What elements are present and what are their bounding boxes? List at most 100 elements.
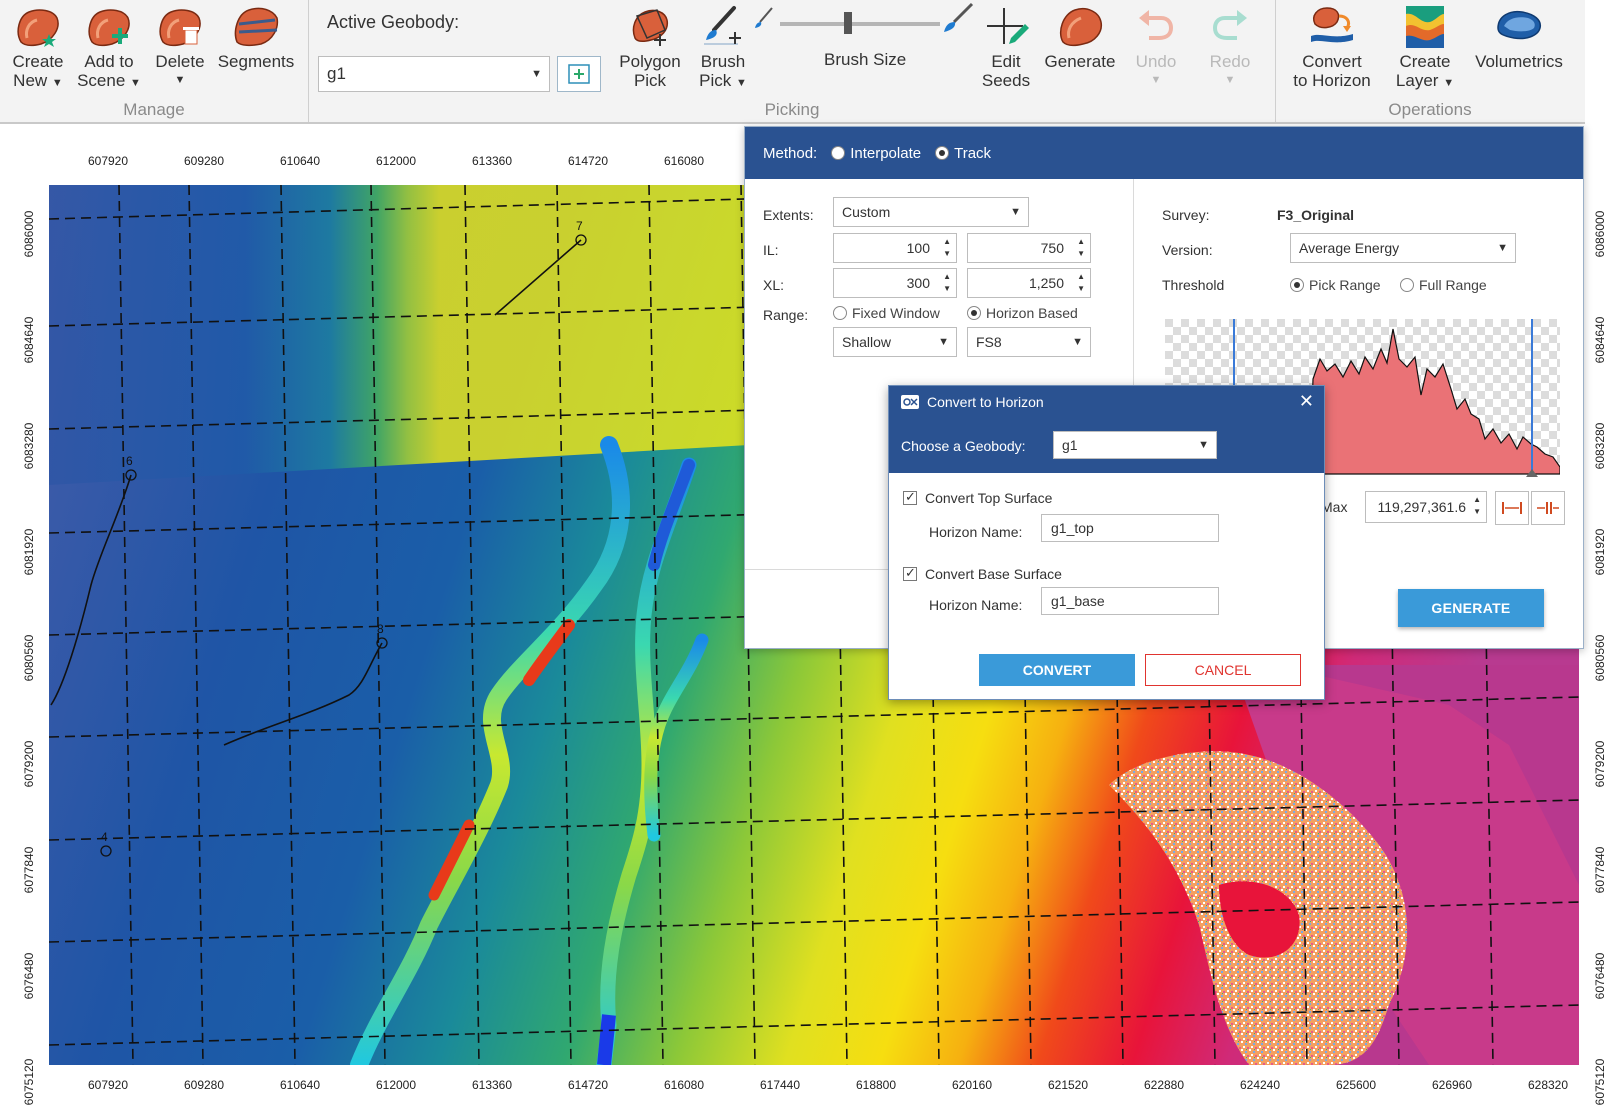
active-geobody-label: Active Geobody: (327, 12, 460, 32)
fit-range-button[interactable] (1495, 491, 1529, 525)
extents-label: Extents: (763, 207, 814, 223)
il-label: IL: (763, 242, 779, 258)
expand-range-icon (1502, 502, 1522, 514)
add-geobody-button[interactable] (557, 56, 601, 92)
create-new-button[interactable]: Create New ▼ (8, 4, 68, 93)
x-tick-label-top: 612000 (375, 154, 417, 168)
x-tick-label-bottom: 609280 (183, 1078, 225, 1092)
spinner-arrows-icon[interactable]: ▲ ▼ (943, 236, 951, 260)
threshold-pick-range-radio[interactable]: Pick Range (1290, 277, 1381, 293)
brush-pick-button[interactable]: Brush Pick ▼ (690, 4, 756, 93)
brush-size-track[interactable] (780, 22, 940, 26)
x-tick-label-bottom: 612000 (375, 1078, 417, 1092)
x-tick-label-bottom: 621520 (1047, 1078, 1089, 1092)
x-tick-label-bottom: 625600 (1335, 1078, 1377, 1092)
undo-button[interactable]: Undo ▼ (1126, 4, 1186, 90)
create-layer-button[interactable]: Create Layer ▼ (1390, 4, 1460, 93)
base-horizon-name-label: Horizon Name: (929, 597, 1023, 613)
convert-to-horizon-label-2: to Horizon (1293, 71, 1371, 90)
cancel-button[interactable]: CANCEL (1145, 654, 1301, 686)
edit-seeds-button[interactable]: Edit Seeds (976, 4, 1036, 90)
y-tick-label-right: 6079200 (1593, 740, 1607, 788)
convert-to-horizon-icon (1311, 7, 1353, 43)
xl-max-input[interactable]: 1,250 ▲ ▼ (967, 268, 1091, 298)
xl-min-input[interactable]: 300 ▲ ▼ (833, 268, 957, 298)
choose-geobody-select[interactable]: g1 ▼ (1053, 431, 1217, 459)
max-input[interactable]: 119,297,361.6 ▲ ▼ (1365, 491, 1487, 523)
version-value: Average Energy (1299, 240, 1400, 256)
range-fixed-window-radio[interactable]: Fixed Window (833, 305, 940, 321)
add-to-scene-label-1: Add to (84, 52, 134, 71)
il-min-input[interactable]: 100 ▲ ▼ (833, 233, 957, 263)
x-tick-label-bottom: 610640 (279, 1078, 321, 1092)
large-brush-icon (944, 2, 974, 32)
chevron-down-icon: ▼ (1010, 206, 1021, 218)
narrow-range-button[interactable] (1531, 491, 1565, 525)
segments-button[interactable]: Segments (214, 4, 298, 71)
segments-label: Segments (217, 52, 295, 71)
radio-off-icon (831, 146, 846, 160)
x-tick-label-top: 607920 (87, 154, 129, 168)
convert-top-surface-checkbox[interactable]: Convert Top Surface (903, 489, 1052, 506)
spinner-arrows-icon[interactable]: ▲ ▼ (1473, 494, 1481, 518)
threshold-label: Threshold (1162, 277, 1225, 293)
polygon-pick-button[interactable]: Polygon Pick (612, 4, 688, 90)
redo-button[interactable]: Redo ▼ (1200, 4, 1260, 90)
method-track-label: Track (954, 144, 992, 162)
operations-group-label: Operations (1388, 100, 1472, 119)
version-select[interactable]: Average Energy ▼ (1290, 233, 1516, 263)
dialog-title-bar: Convert to Horizon ✕ (889, 386, 1324, 418)
range-horizon-based-label: Horizon Based (986, 305, 1078, 321)
add-to-scene-button[interactable]: Add to Scene ▼ (74, 4, 144, 93)
spinner-arrows-icon[interactable]: ▲ ▼ (943, 271, 951, 295)
range-horizon-select[interactable]: FS8 ▼ (967, 327, 1091, 357)
spinner-arrows-icon[interactable]: ▲ ▼ (1077, 236, 1085, 260)
threshold-pick-range-label: Pick Range (1309, 277, 1381, 293)
convert-base-surface-checkbox[interactable]: Convert Base Surface (903, 565, 1062, 582)
range-depth-value: Shallow (842, 334, 892, 350)
choose-geobody-band: Choose a Geobody: g1 ▼ (889, 418, 1324, 473)
base-horizon-name-input[interactable]: g1_base (1041, 587, 1219, 615)
spinner-arrows-icon[interactable]: ▲ ▼ (1077, 271, 1085, 295)
radio-on-icon (1290, 278, 1304, 292)
x-tick-label-bottom: 626960 (1431, 1078, 1473, 1092)
active-geobody-value: g1 (327, 64, 346, 83)
undo-icon (1139, 10, 1174, 40)
extents-select[interactable]: Custom ▼ (833, 197, 1029, 227)
x-tick-label-top: 609280 (183, 154, 225, 168)
y-tick-label-right: 6080560 (1593, 634, 1607, 682)
well-label: 4 (101, 830, 108, 844)
range-horizon-value: FS8 (976, 334, 1002, 350)
active-geobody-select[interactable]: g1 ▼ (318, 56, 550, 92)
method-track-radio[interactable]: Track (935, 145, 991, 162)
brush-pick-label-1: Brush (700, 52, 746, 71)
radio-off-icon (1400, 278, 1414, 292)
method-label: Method: (763, 144, 818, 162)
range-depth-select[interactable]: Shallow ▼ (833, 327, 957, 357)
method-interpolate-radio[interactable]: Interpolate (831, 145, 921, 162)
create-layer-icon (1406, 6, 1444, 48)
generate-ribbon-button[interactable]: Generate (1040, 4, 1120, 71)
threshold-full-range-radio[interactable]: Full Range (1400, 277, 1487, 293)
method-header: Method: Interpolate Track (745, 127, 1583, 179)
volumetrics-button[interactable]: Volumetrics (1466, 4, 1572, 71)
top-horizon-name-label: Horizon Name: (929, 524, 1023, 540)
close-icon[interactable]: ✕ (1299, 391, 1314, 411)
dialog-title: Convert to Horizon (927, 394, 1044, 410)
convert-to-horizon-button[interactable]: Convert to Horizon (1286, 4, 1378, 90)
range-horizon-based-radio[interactable]: Horizon Based (967, 305, 1078, 321)
create-geobody-icon (17, 9, 59, 47)
x-tick-label-bottom: 616080 (663, 1078, 705, 1092)
il-max-input[interactable]: 750 ▲ ▼ (967, 233, 1091, 263)
convert-to-horizon-dialog: Convert to Horizon ✕ Choose a Geobody: g… (888, 385, 1325, 700)
x-tick-label-bottom: 618800 (855, 1078, 897, 1092)
convert-button[interactable]: CONVERT (979, 654, 1135, 686)
x-tick-label-bottom: 617440 (759, 1078, 801, 1092)
generate-button[interactable]: GENERATE (1398, 589, 1544, 627)
y-tick-label-right: 6086000 (1593, 210, 1607, 258)
top-horizon-name-input[interactable]: g1_top (1041, 514, 1219, 542)
threshold-full-range-label: Full Range (1419, 277, 1487, 293)
delete-button[interactable]: Delete ▼ (150, 4, 210, 90)
brush-size-slider[interactable] (844, 12, 852, 34)
polygon-pick-icon (632, 9, 669, 46)
